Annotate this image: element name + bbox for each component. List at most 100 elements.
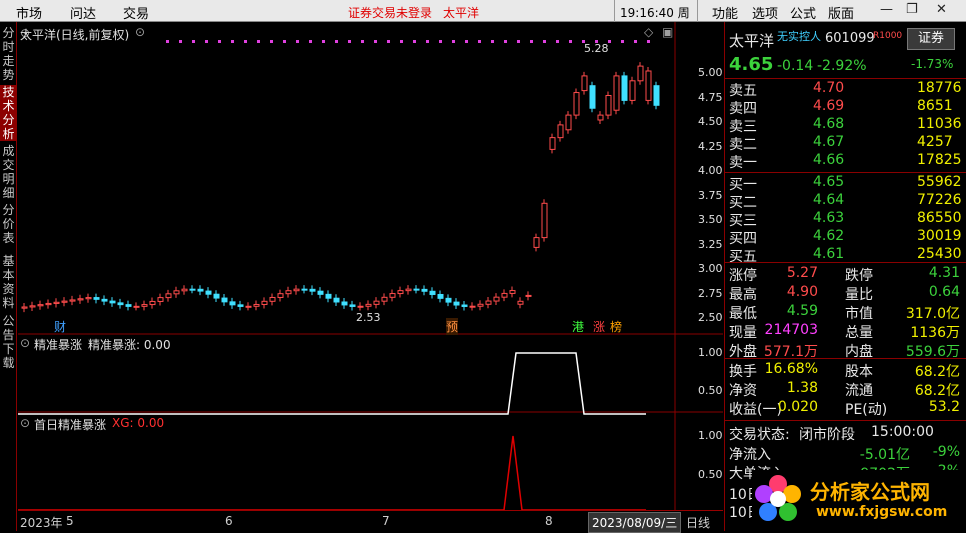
signal-dot [296, 40, 299, 43]
marker-gang[interactable]: 港 [572, 318, 584, 335]
bid-level-label: 买三 [729, 213, 757, 229]
price-tick: 4.25 [698, 139, 723, 153]
flow-value: -5.01亿 [859, 447, 910, 463]
flow-label: 净流入 [729, 447, 771, 463]
menu-function[interactable]: 功能 [712, 3, 738, 22]
ind2-collapse-icon[interactable]: ⊙ [20, 416, 30, 430]
stat-label: 现量 [729, 325, 757, 341]
price-change: -0.14 [777, 58, 814, 74]
menu-layout[interactable]: 版面 [828, 3, 854, 22]
ask-level-label: 卖五 [729, 83, 757, 99]
securities-button-label: 证券 [917, 31, 944, 46]
securities-button[interactable]: 证券 [907, 28, 955, 50]
candle-body [221, 297, 228, 303]
candle-body [365, 303, 372, 307]
marker-yu[interactable]: 预 [446, 318, 459, 335]
ind1-value: 精准暴涨: 0.00 [88, 338, 171, 352]
stat-value: 4.59 [786, 303, 818, 319]
kline-chart-area[interactable]: ⊙ 太平洋(日线,前复权) ⊙ ◇ ▣ 5.28 2.53 财 预 港 涨 榜 … [18, 22, 723, 533]
candle-body [237, 304, 244, 307]
ind2-tick: 0.50 [698, 468, 723, 481]
candle-body [293, 288, 300, 292]
signal-dot [413, 40, 416, 43]
candle-body [373, 300, 380, 305]
candle-body [517, 300, 524, 305]
x-label: 6 [225, 514, 233, 528]
candle-body [349, 304, 356, 307]
top-menu-bar: 市场 问达 交易 证券交易未登录 太平洋 19:16:40 周日 功能 选项 公… [0, 0, 966, 37]
ind1-collapse-icon[interactable]: ⊙ [20, 336, 30, 350]
tab-technical[interactable]: 技术分析 [0, 85, 17, 141]
signal-dot [569, 40, 572, 43]
chart-menu-icon[interactable]: ⊙ [135, 25, 145, 39]
watermark-logo: 分析家公式网 www.fxjgsw.com [752, 470, 962, 528]
menu-trade[interactable]: 交易 [123, 3, 149, 22]
candle-body [581, 75, 588, 92]
menu-formula[interactable]: 公式 [790, 3, 816, 22]
diamond-icon[interactable]: ◇ [644, 25, 653, 39]
login-warning[interactable]: 证券交易未登录 [348, 4, 432, 21]
candle-body [37, 304, 44, 307]
left-tab-bar: 分时走势 技术分析 成交明细 分价表 基本资料 公告下载 [0, 22, 17, 531]
maximize-icon[interactable]: ❐ [906, 2, 918, 17]
signal-dot [309, 40, 312, 43]
menu-wenda[interactable]: 问达 [70, 3, 96, 22]
status-time: 15:00:00 [871, 424, 934, 440]
r-tag: R1000 [873, 31, 903, 41]
panel-icon[interactable]: ▣ [662, 25, 673, 39]
stock-code: 601099 [825, 31, 875, 46]
tab-announcements[interactable]: 公告下载 [0, 314, 17, 370]
marker-bang[interactable]: 榜 [610, 318, 622, 335]
control-tag: 无实控人 [777, 30, 821, 43]
candle-body [493, 296, 500, 302]
candle-body [117, 302, 124, 306]
candle-body [509, 290, 516, 294]
signal-dot [465, 40, 468, 43]
menu-options[interactable]: 选项 [752, 3, 778, 22]
tab-price-volume[interactable]: 分价表 [0, 203, 17, 249]
x-label: 7 [382, 514, 390, 528]
quote-panel: 太平洋 无实控人 601099 R1000 证券 -1.73% 4.65 -0.… [724, 22, 966, 531]
ask-volume: 4257 [917, 134, 953, 150]
candle-body [269, 296, 276, 302]
stock-name-top: 太平洋 [443, 6, 480, 20]
tab-trades[interactable]: 成交明细 [0, 144, 17, 200]
signal-dot [335, 40, 338, 43]
ask-level-label: 卖二 [729, 137, 757, 153]
candle-body [309, 288, 316, 292]
candle-body [325, 293, 332, 299]
signal-dot [244, 40, 247, 43]
candle-body [549, 137, 556, 150]
candle-body [501, 292, 508, 298]
ask-volume: 8651 [917, 98, 953, 114]
marker-cai[interactable]: 财 [54, 318, 66, 335]
bid-volume: 55962 [917, 174, 962, 190]
ask-volume: 11036 [917, 116, 962, 132]
signal-dot [166, 40, 169, 43]
candle-body [621, 75, 628, 101]
ask-level-label: 卖一 [729, 155, 757, 171]
tab-fundamentals[interactable]: 基本资料 [0, 254, 17, 310]
signal-dot [179, 40, 182, 43]
candle-body [85, 297, 92, 300]
candle-body [77, 298, 84, 301]
period-label[interactable]: 日线 [686, 514, 710, 531]
minimize-icon[interactable]: — [880, 2, 893, 17]
ask-level-label: 卖三 [729, 119, 757, 135]
signal-dot [322, 40, 325, 43]
menu-market[interactable]: 市场 [16, 3, 42, 22]
candle-body [45, 302, 52, 306]
marker-zhang[interactable]: 涨 [593, 318, 605, 335]
candle-body [69, 299, 76, 302]
ind2-title: 首日精准暴涨 [34, 418, 107, 432]
bid-level-label: 买二 [729, 195, 757, 211]
close-icon[interactable]: ✕ [936, 2, 947, 17]
stat-value: 0.64 [928, 284, 960, 300]
tab-timeshare[interactable]: 分时走势 [0, 26, 17, 82]
stat-value: 5.27 [786, 265, 818, 281]
signal-dot [621, 40, 624, 43]
candle-body [317, 290, 324, 295]
ask-price: 4.67 [813, 134, 845, 150]
signal-dot [543, 40, 546, 43]
ask-price: 4.68 [813, 116, 845, 132]
